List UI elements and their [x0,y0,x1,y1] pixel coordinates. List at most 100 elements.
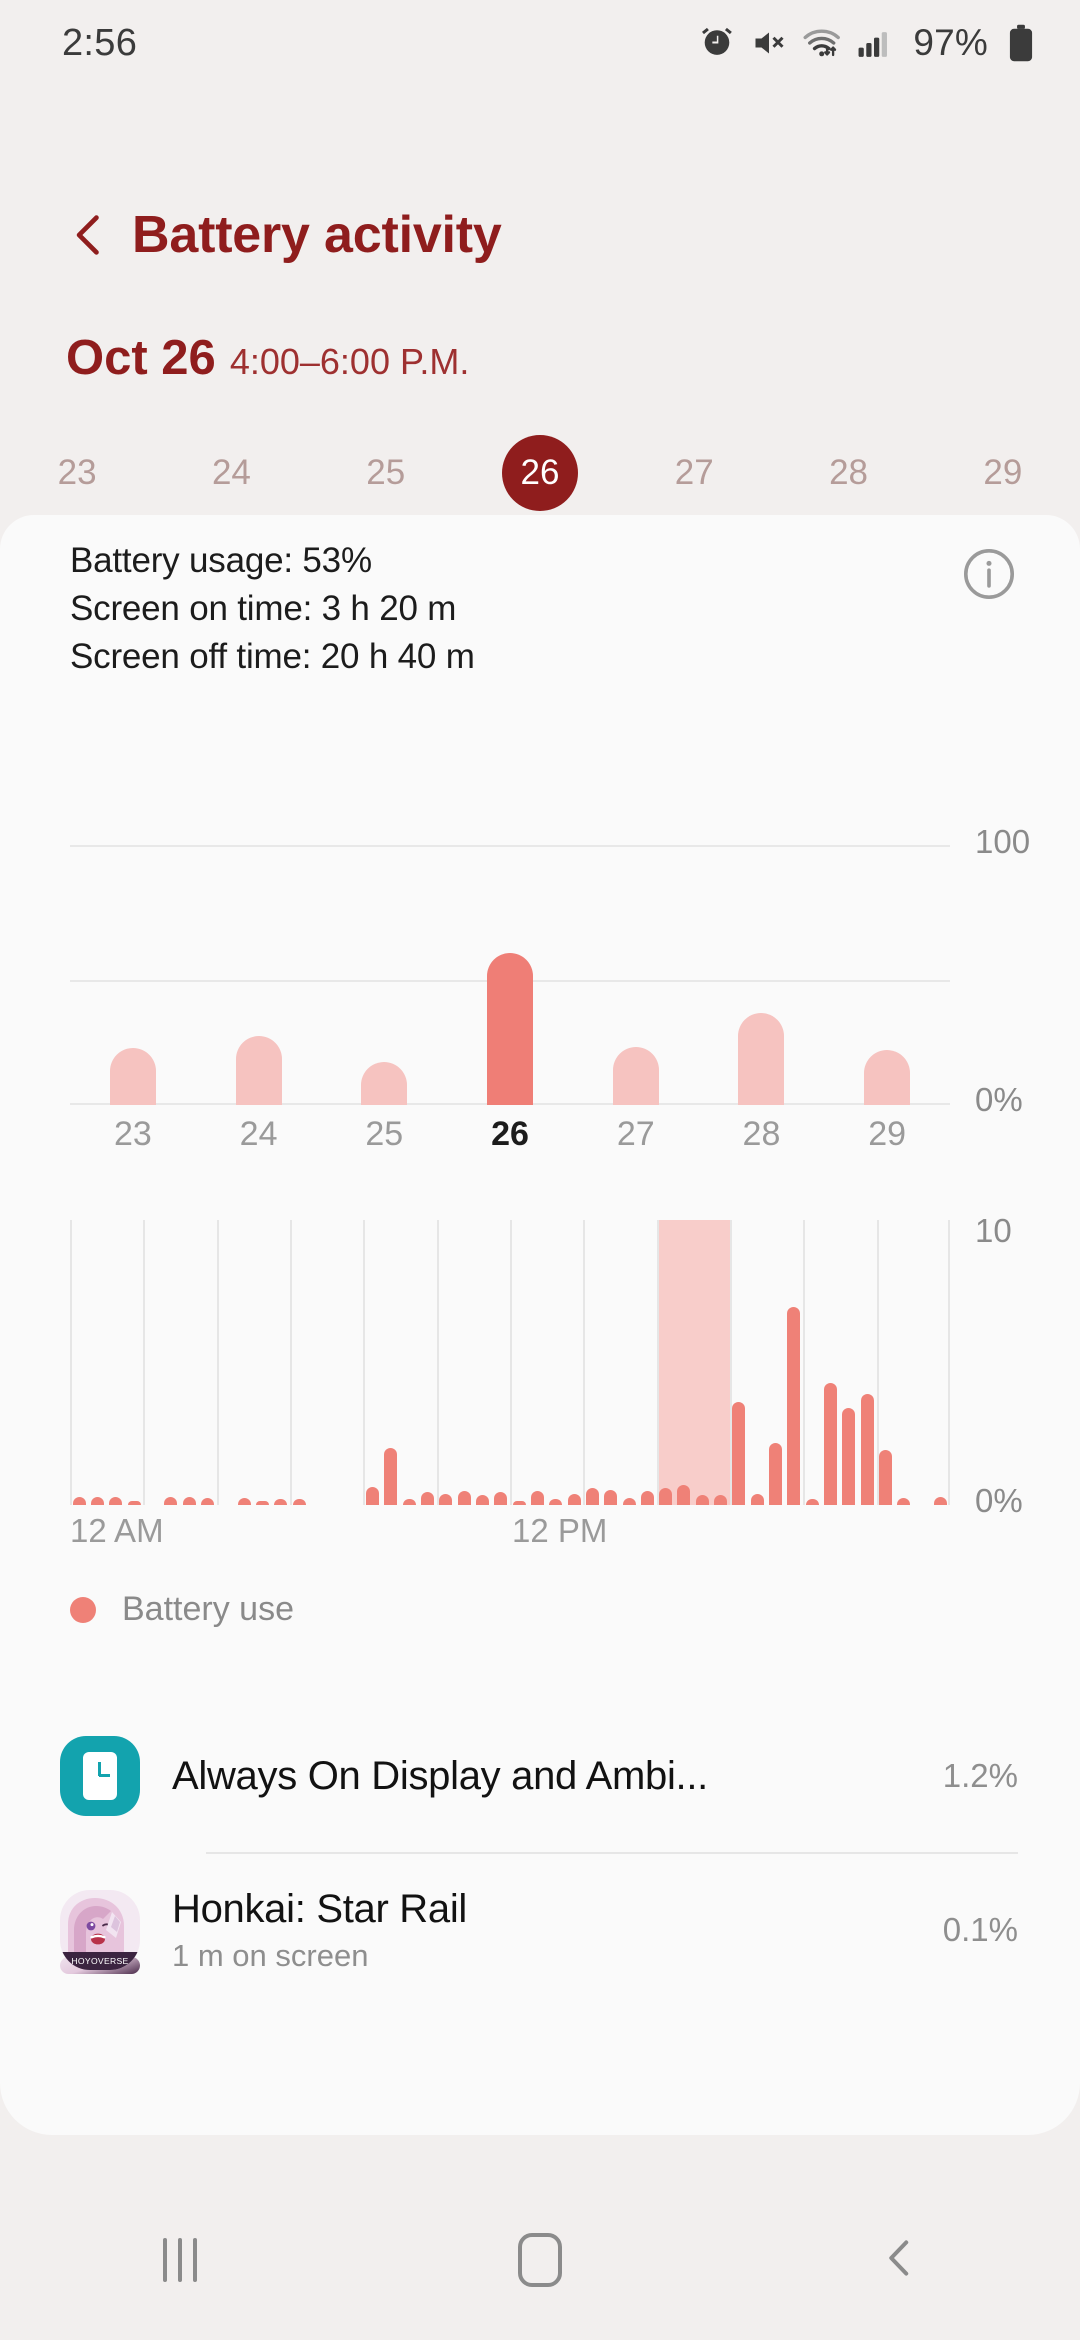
day-chip-label: 28 [829,453,869,492]
daily-bar-cell [824,815,950,1105]
daily-xtick-27: 27 [616,1115,655,1153]
system-navigation-bar [0,2180,1080,2340]
hourly-bar [475,1495,489,1505]
daily-bar-29[interactable] [864,1050,911,1105]
hourly-bar [787,1307,801,1505]
hourly-bar [604,1490,618,1505]
daily-bar-28[interactable] [738,1013,785,1105]
app-header: Battery activity [0,175,1080,295]
hourly-bar [384,1448,398,1505]
battery-usage-text: Battery usage: 53% [70,541,372,580]
day-chip-29[interactable]: 29 [926,453,1080,493]
hourly-bar [769,1443,783,1505]
hourly-ytick-0: 0% [975,1482,1023,1519]
day-chip-label: 27 [674,453,714,492]
status-bar: 2:56 97% [0,0,1080,86]
day-chip-25[interactable]: 25 [309,453,463,493]
back-icon [875,2233,925,2288]
daily-bar-cell [70,815,196,1105]
legend-label: Battery use [122,1590,294,1628]
hourly-bar [72,1497,86,1505]
hourly-bar [732,1402,746,1505]
daily-xtick-labels: 23 24 25 26 27 28 29 [70,1115,950,1154]
day-chip-26-selected[interactable]: 26 [463,435,617,511]
app-screen-time: 1 m on screen [172,1937,369,1973]
daily-ytick-100: 100 [975,823,1031,860]
hourly-bars [70,1220,950,1505]
selected-date: Oct 26 [66,331,216,385]
battery-icon [1008,24,1034,62]
daily-bar-cell [196,815,322,1105]
hourly-bar [640,1491,654,1505]
daily-bar-23[interactable] [109,1048,156,1105]
daily-xtick-25: 25 [365,1115,404,1153]
hourly-bar [90,1497,104,1505]
day-chip-27[interactable]: 27 [617,453,771,493]
list-item[interactable]: Always On Display and Ambi... 1.2% [0,1700,1080,1852]
battery-percent-label: 97% [913,22,988,63]
hourly-battery-chart: 10 0% 12 AM 12 PM [0,1212,1080,1549]
day-chip-23[interactable]: 23 [0,453,154,493]
daily-bar-27[interactable] [612,1047,659,1105]
hourly-ytick-10: 10 [975,1212,1012,1249]
daily-xtick-26: 26 [491,1115,529,1153]
hourly-bar [677,1485,691,1505]
content-card: Battery usage: 53% Screen on time: 3 h 2… [0,515,1080,2135]
hourly-chart-plot [70,1220,951,1505]
hourly-bar [439,1494,453,1505]
hourly-bar [292,1499,306,1505]
daily-xtick-24: 24 [239,1115,278,1153]
day-chip-28[interactable]: 28 [771,453,925,493]
app-name: Honkai: Star Rail [172,1886,468,1931]
chart-legend: Battery use [70,1590,294,1629]
day-selector[interactable]: 23 24 25 26 27 28 29 [0,430,1080,516]
day-chip-24[interactable]: 24 [154,453,308,493]
hourly-bar [365,1487,379,1505]
recents-button[interactable] [0,2238,360,2282]
hourly-bar [237,1498,251,1505]
screen-on-time-text: Screen on time: 3 h 20 m [70,588,457,628]
mute-icon [751,25,787,61]
daily-bar-cell [447,815,573,1105]
daily-ytick-0: 0% [975,1081,1023,1118]
hourly-bar [585,1488,599,1505]
hourly-bar [402,1499,416,1505]
daily-xtick-23: 23 [113,1115,152,1153]
hourly-bar [127,1501,141,1505]
daily-bar-cell [699,815,825,1105]
hourly-bar [164,1497,178,1505]
alarm-icon [699,25,735,61]
hourly-xtick-12pm: 12 PM [512,1512,608,1549]
page-title: Battery activity [132,206,502,264]
summary-stats: Battery usage: 53% Screen on time: 3 h 2… [70,537,475,681]
selected-day-circle: 26 [501,435,578,511]
hourly-bar [897,1498,911,1505]
signal-icon [857,26,891,60]
daily-bar-25[interactable] [361,1062,408,1105]
day-chip-label: 23 [57,453,97,492]
recents-icon [163,2238,197,2282]
daily-bar-cell [573,815,699,1105]
hourly-bar [420,1492,434,1505]
daily-xtick-29: 29 [868,1115,907,1153]
daily-bars [70,815,950,1105]
hourly-bar [750,1494,764,1505]
daily-battery-chart: 100 0% 23 24 25 26 27 28 29 [0,815,1080,1175]
list-item[interactable]: HOYOVERSE Honkai: Star Rail 1 m on scree… [0,1854,1080,2006]
svg-text:HOYOVERSE: HOYOVERSE [71,1957,128,1966]
hourly-bar [622,1498,636,1505]
hourly-bar [255,1501,269,1505]
home-button[interactable] [360,2233,720,2287]
hourly-bar [549,1499,563,1505]
honkai-star-rail-icon: HOYOVERSE [60,1890,140,1974]
info-icon[interactable] [960,545,1018,603]
always-on-display-icon [60,1736,140,1816]
daily-bar-24[interactable] [235,1036,282,1105]
hourly-xtick-12am: 12 AM [70,1512,164,1549]
hourly-bar [805,1499,819,1505]
legend-dot-icon [70,1596,96,1623]
daily-bar-26-selected[interactable] [487,953,534,1105]
back-arrow-icon[interactable] [62,208,116,262]
hourly-bar [182,1497,196,1505]
back-button[interactable] [720,2233,1080,2288]
